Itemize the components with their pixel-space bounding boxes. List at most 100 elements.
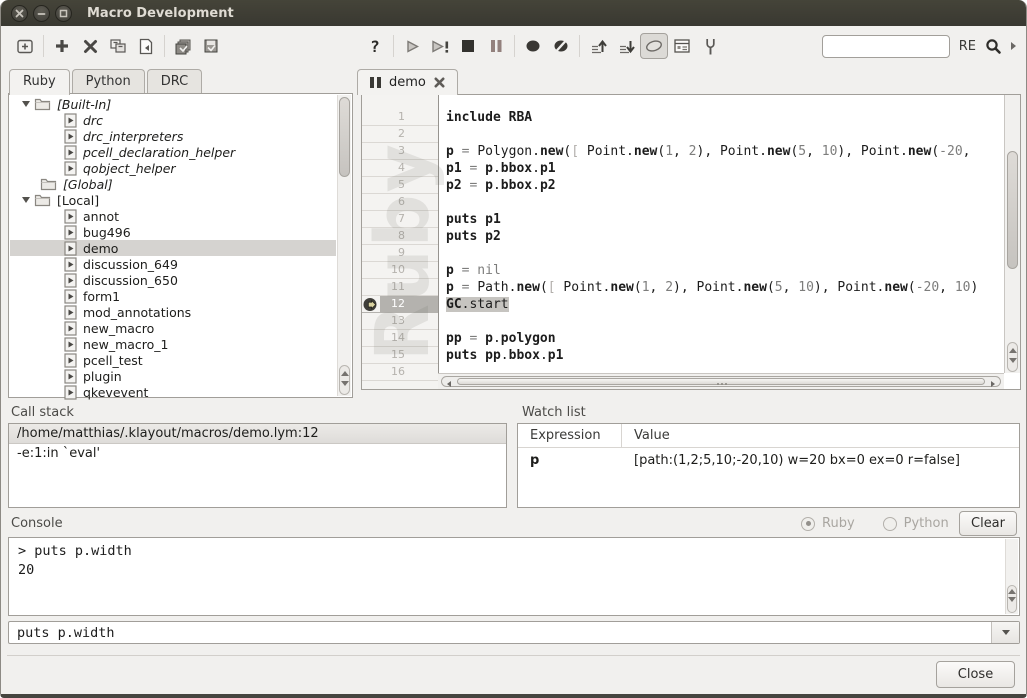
tree-item-discussion_649[interactable]: discussion_649: [10, 256, 336, 272]
code-line[interactable]: include RBA: [438, 109, 1004, 126]
scrollbar-steppers[interactable]: [1007, 342, 1018, 372]
tree-item-qkevevent[interactable]: qkevevent: [10, 384, 336, 400]
code-line[interactable]: puts p2: [438, 228, 1004, 245]
code-line[interactable]: [438, 245, 1004, 262]
search-options-arrow-icon[interactable]: [1011, 42, 1016, 50]
clear-breakpoints-button[interactable]: [547, 33, 575, 59]
code-line[interactable]: p2 = p.bbox.p2: [438, 177, 1004, 194]
tree-item-mod_annotations[interactable]: mod_annotations: [10, 304, 336, 320]
new-macro-button[interactable]: [48, 33, 76, 59]
clear-button[interactable]: Clear: [959, 511, 1017, 536]
rename-macro-button[interactable]: [104, 33, 132, 59]
line-gutter[interactable]: 6: [362, 194, 438, 211]
setup-button[interactable]: [696, 33, 724, 59]
step-out-button[interactable]: [584, 33, 612, 59]
line-gutter[interactable]: 15: [362, 347, 438, 364]
code-line[interactable]: p = Polygon.new([ Point.new(1, 2), Point…: [438, 143, 1004, 160]
scrollbar-track[interactable]: [441, 376, 1001, 387]
tree-item-new_macro_1[interactable]: new_macro_1: [10, 336, 336, 352]
line-gutter[interactable]: 7: [362, 211, 438, 228]
scroll-up-icon[interactable]: [341, 371, 349, 376]
titlebar[interactable]: Macro Development: [1, 0, 1026, 26]
code-line[interactable]: [438, 313, 1004, 330]
line-gutter[interactable]: 9: [362, 245, 438, 262]
save-macro-button[interactable]: [197, 33, 225, 59]
step-into-button[interactable]: [612, 33, 640, 59]
ruby-radio[interactable]: Ruby: [801, 516, 855, 531]
scrollbar-steppers[interactable]: [339, 365, 350, 395]
watch-list-header[interactable]: Expression Value: [518, 424, 1019, 448]
window-close-button[interactable]: [11, 5, 28, 22]
tree-item-qobject_helper[interactable]: qobject_helper: [10, 160, 336, 176]
close-button[interactable]: Close: [936, 661, 1015, 688]
code-editor[interactable]: Ruby 1include RBA23p = Polygon.new([ Poi…: [361, 94, 1021, 390]
column-value[interactable]: Value: [622, 428, 670, 443]
line-gutter[interactable]: 1: [362, 109, 438, 126]
tree-scrollbar[interactable]: [337, 95, 351, 396]
save-all-macros-button[interactable]: [169, 33, 197, 59]
expander-down-icon[interactable]: [22, 197, 30, 203]
run-button[interactable]: [398, 33, 426, 59]
expander-down-icon[interactable]: [22, 101, 30, 107]
tree-item-annot[interactable]: annot: [10, 208, 336, 224]
tree-item-discussion_650[interactable]: discussion_650: [10, 272, 336, 288]
macro-properties-button[interactable]: [668, 33, 696, 59]
scroll-up-icon[interactable]: [1009, 348, 1017, 353]
current-line-gutter[interactable]: 12: [362, 296, 438, 313]
tree-item-new_macro[interactable]: new_macro: [10, 320, 336, 336]
line-gutter[interactable]: 4: [362, 160, 438, 177]
editor-horizontal-scrollbar[interactable]: [438, 373, 1004, 389]
tab-ruby[interactable]: Ruby: [9, 69, 70, 95]
tree-item-built-in[interactable]: [Built-In]: [10, 96, 336, 112]
scrollbar-steppers[interactable]: [1007, 585, 1017, 613]
code-line[interactable]: [438, 95, 1004, 109]
line-gutter[interactable]: 5: [362, 177, 438, 194]
line-gutter[interactable]: [362, 95, 438, 109]
line-gutter[interactable]: 8: [362, 228, 438, 245]
python-radio[interactable]: Python: [883, 516, 949, 531]
tree-item-form1[interactable]: form1: [10, 288, 336, 304]
ruby-interpreter-toggle[interactable]: [640, 33, 668, 59]
combo-dropdown-button[interactable]: [991, 622, 1019, 643]
code-line[interactable]: GC.start: [438, 296, 1004, 313]
code-line[interactable]: p = nil: [438, 262, 1004, 279]
run-from-current-button[interactable]: [426, 33, 454, 59]
add-location-button[interactable]: [11, 33, 39, 59]
import-macro-button[interactable]: [132, 33, 160, 59]
line-gutter[interactable]: 3: [362, 143, 438, 160]
scrollbar-thumb[interactable]: [339, 97, 350, 177]
line-gutter[interactable]: 13: [362, 313, 438, 330]
window-maximize-button[interactable]: [55, 5, 72, 22]
scroll-right-icon[interactable]: [991, 381, 995, 387]
line-gutter[interactable]: 16: [362, 364, 438, 381]
scroll-up-icon[interactable]: [1008, 589, 1016, 594]
help-button[interactable]: ?: [361, 33, 389, 59]
tree-item-local[interactable]: [Local]: [10, 192, 336, 208]
tree-item-drc[interactable]: drc: [10, 112, 336, 128]
code-line[interactable]: p1 = p.bbox.p1: [438, 160, 1004, 177]
scroll-left-icon[interactable]: [447, 381, 451, 387]
set-breakpoint-button[interactable]: [519, 33, 547, 59]
tree-item-pcell_declaration_helper[interactable]: pcell_declaration_helper: [10, 144, 336, 160]
line-gutter[interactable]: 11: [362, 279, 438, 296]
code-line[interactable]: pp = p.polygon: [438, 330, 1004, 347]
line-gutter[interactable]: [362, 381, 438, 390]
call-stack-item[interactable]: /home/matthias/.klayout/macros/demo.lym:…: [9, 424, 506, 444]
tree-item-pcell_test[interactable]: pcell_test: [10, 352, 336, 368]
tab-close-icon[interactable]: [434, 77, 445, 88]
code-line[interactable]: puts p1: [438, 211, 1004, 228]
pause-button[interactable]: [482, 33, 510, 59]
editor-lines[interactable]: 1include RBA23p = Polygon.new([ Point.ne…: [362, 95, 1004, 390]
column-expression[interactable]: Expression: [518, 424, 622, 447]
tree-item-plugin[interactable]: plugin: [10, 368, 336, 384]
tree-item-demo[interactable]: demo: [10, 240, 336, 256]
editor-vertical-scrollbar[interactable]: [1004, 95, 1020, 373]
tree-item-bug496[interactable]: bug496: [10, 224, 336, 240]
search-button[interactable]: [985, 38, 1002, 55]
tab-demo[interactable]: demo: [357, 69, 458, 95]
line-gutter[interactable]: 14: [362, 330, 438, 347]
code-line[interactable]: [438, 126, 1004, 143]
watch-row[interactable]: p[path:(1,2;5,10;-20,10) w=20 bx=0 ex=0 …: [518, 448, 1019, 472]
call-stack-item[interactable]: -e:1:in `eval': [9, 444, 506, 463]
tab-python[interactable]: Python: [72, 69, 145, 94]
